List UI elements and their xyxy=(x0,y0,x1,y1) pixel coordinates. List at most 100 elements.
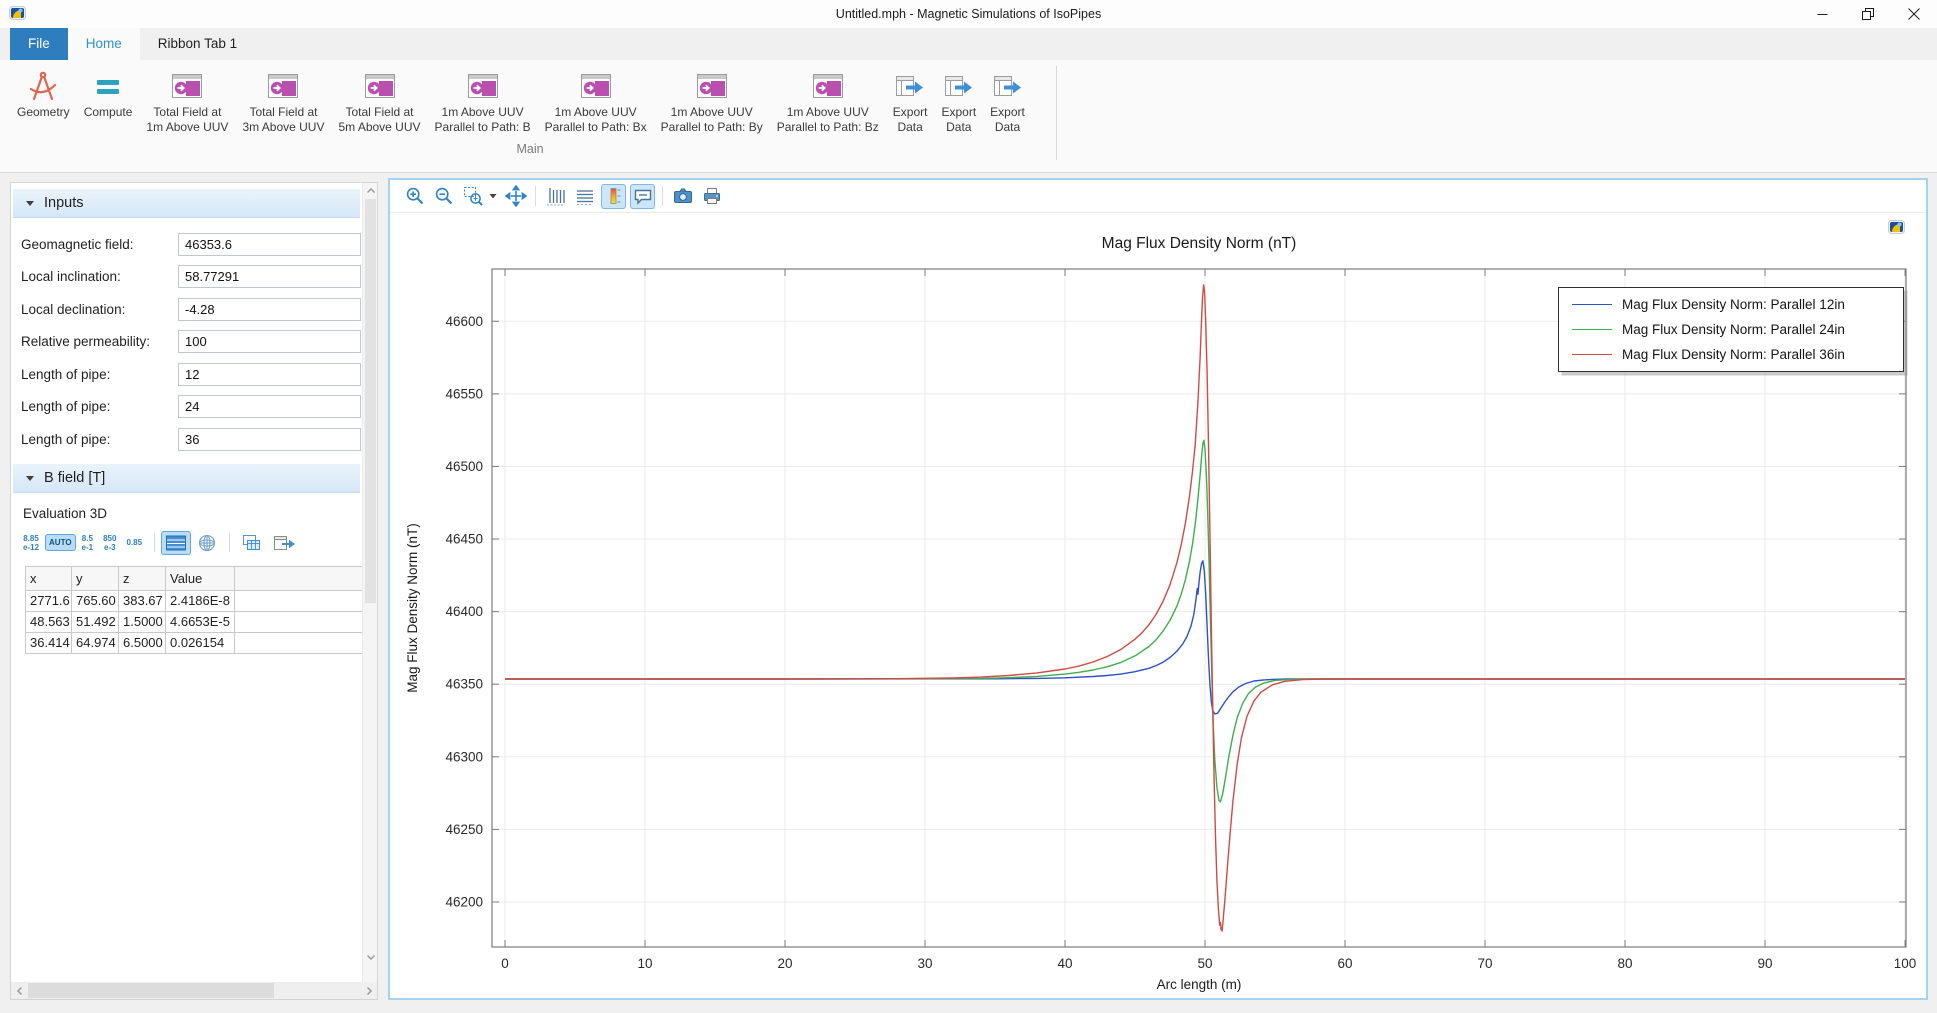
table-header-x[interactable]: x xyxy=(26,566,72,590)
maximize-button[interactable] xyxy=(1845,0,1891,28)
inputs-section-header[interactable]: Inputs xyxy=(13,189,360,218)
tab-home[interactable]: Home xyxy=(68,28,140,60)
x-axis-label: Arc length (m) xyxy=(1157,977,1242,992)
format-auto-button[interactable]: AUTO xyxy=(45,534,76,551)
ribbon-button-export-9[interactable]: Export Data xyxy=(886,64,935,137)
zoom-extents-icon xyxy=(505,185,527,207)
camera-icon xyxy=(673,186,693,206)
ribbon-button-total-field-at-4[interactable]: Total Field at 5m Above UUV xyxy=(331,64,427,137)
report-window-icon xyxy=(171,72,203,100)
legend-color-button[interactable] xyxy=(601,184,626,209)
ribbon-button-1m-above-uuv-8[interactable]: 1m Above UUV Parallel to Path: Bz xyxy=(770,64,886,137)
format-850e-3-button[interactable]: 850 e-3 xyxy=(99,530,120,556)
table-cell: 2771.6 xyxy=(26,590,72,611)
bfield-section-header[interactable]: B field [T] xyxy=(13,464,360,493)
x-tick-label: 10 xyxy=(638,956,653,971)
zoom-extents-button[interactable] xyxy=(503,184,528,209)
minimize-button[interactable] xyxy=(1799,0,1845,28)
ribbon-button-1m-above-uuv-7[interactable]: 1m Above UUV Parallel to Path: By xyxy=(654,64,770,137)
minimize-icon xyxy=(1817,9,1828,20)
print-button[interactable] xyxy=(699,184,724,209)
vertical-scrollbar-thumb[interactable] xyxy=(365,199,376,603)
ribbon-button-label: Geometry xyxy=(17,105,70,120)
inputs-section-title: Inputs xyxy=(44,195,84,211)
ribbon-button-label: Total Field at 1m Above UUV xyxy=(146,105,228,135)
plot-canvas[interactable]: 0102030405060708090100462004625046300463… xyxy=(390,213,1926,998)
toolbar-separator xyxy=(662,186,663,206)
export-table-icon xyxy=(272,533,296,553)
y-tick-label: 46500 xyxy=(445,459,483,474)
ribbon-button-export-10[interactable]: Export Data xyxy=(934,64,983,137)
zoom-in-button[interactable] xyxy=(402,184,427,209)
chart-legend: Mag Flux Density Norm: Parallel 12inMag … xyxy=(1558,287,1904,372)
table-cell-filler xyxy=(235,590,363,611)
ribbon-button-geometry-0[interactable]: Geometry xyxy=(10,64,77,122)
format-8.5e-1-button[interactable]: 8.5 e-1 xyxy=(78,530,98,556)
dropdown-caret-icon[interactable] xyxy=(489,193,497,199)
scroll-up-button[interactable] xyxy=(364,184,377,198)
table-header-z[interactable]: z xyxy=(119,566,166,590)
print-icon xyxy=(702,186,722,206)
field-label: Length of pipe: xyxy=(21,432,178,447)
y-tick-label: 46200 xyxy=(445,894,483,909)
table-header-value[interactable]: Value xyxy=(166,566,235,590)
ribbon-button-total-field-at-2[interactable]: Total Field at 1m Above UUV xyxy=(139,64,235,137)
format-0.85-button[interactable]: 0.85 xyxy=(122,534,146,551)
tab-ribbon-tab-1[interactable]: Ribbon Tab 1 xyxy=(140,28,255,60)
table-cell: 64.974 xyxy=(72,632,119,653)
toolbar-separator xyxy=(535,186,536,206)
table-button[interactable] xyxy=(161,531,191,555)
input-local-inclination-1[interactable] xyxy=(178,265,361,288)
x-tick-label: 30 xyxy=(918,956,933,971)
copy-table-button[interactable] xyxy=(236,530,266,556)
table-cell-filler xyxy=(235,611,363,632)
horizontal-scrollbar-thumb[interactable] xyxy=(28,983,274,998)
table-row[interactable]: 48.56351.4921.50004.6653E-5 xyxy=(26,611,363,632)
comsol-logo-icon[interactable] xyxy=(1888,220,1905,239)
sphere-button[interactable] xyxy=(193,530,221,556)
export-data-icon xyxy=(894,72,926,100)
axis-y-button[interactable] xyxy=(543,184,568,209)
horizontal-scrollbar[interactable] xyxy=(11,982,377,999)
export-data-icon xyxy=(943,72,975,100)
evaluation-table[interactable]: xyzValue2771.6765.60383.672.4186E-848.56… xyxy=(25,566,362,654)
title-bar: Untitled.mph - Magnetic Simulations of I… xyxy=(0,0,1937,28)
input-geomagnetic-field-0[interactable] xyxy=(178,233,361,256)
maximize-icon xyxy=(1862,8,1874,20)
tooltip-button[interactable] xyxy=(630,184,655,209)
scroll-right-button[interactable] xyxy=(360,982,377,999)
field-row-length-of-pipe-4: Length of pipe: xyxy=(11,358,362,391)
sphere-icon xyxy=(197,533,217,553)
table-row[interactable]: 2771.6765.60383.672.4186E-8 xyxy=(26,590,363,611)
ribbon-button-total-field-at-3[interactable]: Total Field at 3m Above UUV xyxy=(235,64,331,137)
x-tick-label: 0 xyxy=(501,956,509,971)
zoom-box-button[interactable] xyxy=(460,184,485,209)
vertical-scrollbar[interactable] xyxy=(362,183,377,982)
tab-file[interactable]: File xyxy=(10,28,68,60)
x-tick-label: 60 xyxy=(1338,956,1353,971)
export-table-button[interactable] xyxy=(268,530,300,556)
table-header-y[interactable]: y xyxy=(72,566,119,590)
scroll-left-button[interactable] xyxy=(11,982,28,999)
table-row[interactable]: 36.41464.9746.50000.026154 xyxy=(26,632,363,653)
input-length-of-pipe-6[interactable] xyxy=(178,428,361,451)
format-8.85e-12-button[interactable]: 8.85 e-12 xyxy=(19,530,43,556)
scroll-down-button[interactable] xyxy=(364,950,377,964)
ribbon-button-label: Export Data xyxy=(990,105,1025,135)
input-local-declination-2[interactable] xyxy=(178,298,361,321)
camera-button[interactable] xyxy=(670,184,695,209)
ribbon-button-label: 1m Above UUV Parallel to Path: By xyxy=(661,105,763,135)
close-button[interactable] xyxy=(1891,0,1937,28)
ribbon-button-compute-1[interactable]: Compute xyxy=(77,64,140,122)
input-length-of-pipe-5[interactable] xyxy=(178,395,361,418)
zoom-out-button[interactable] xyxy=(431,184,456,209)
collapse-caret-icon xyxy=(25,199,35,207)
grid-button[interactable] xyxy=(572,184,597,209)
input-relative-permeability-3[interactable] xyxy=(178,330,361,353)
legend-color-icon xyxy=(604,186,624,206)
ribbon-button-export-11[interactable]: Export Data xyxy=(983,64,1032,137)
zoom-out-icon xyxy=(434,186,454,206)
ribbon-button-1m-above-uuv-6[interactable]: 1m Above UUV Parallel to Path: Bx xyxy=(538,64,654,137)
input-length-of-pipe-4[interactable] xyxy=(178,363,361,386)
ribbon-button-1m-above-uuv-5[interactable]: 1m Above UUV Parallel to Path: B xyxy=(428,64,538,137)
